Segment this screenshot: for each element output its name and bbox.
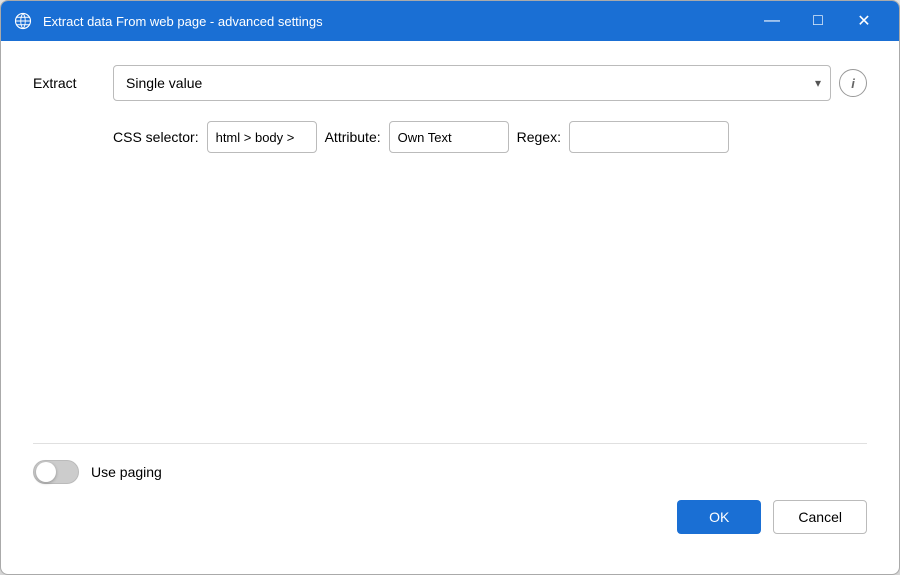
info-button[interactable]: i <box>839 69 867 97</box>
css-selector-label: CSS selector: <box>113 129 199 145</box>
cancel-button[interactable]: Cancel <box>773 500 867 534</box>
extract-row: Extract Single value List of values Tabl… <box>33 65 867 101</box>
maximize-button[interactable]: □ <box>795 1 841 41</box>
ok-button[interactable]: OK <box>677 500 761 534</box>
content-spacer <box>33 173 867 443</box>
regex-input[interactable] <box>569 121 729 153</box>
attribute-input[interactable] <box>389 121 509 153</box>
close-button[interactable]: ✕ <box>841 1 887 41</box>
content-area: Extract Single value List of values Tabl… <box>1 41 899 574</box>
footer: Use paging OK Cancel <box>33 443 867 550</box>
css-selector-row: CSS selector: Attribute: Regex: <box>113 121 867 153</box>
regex-label: Regex: <box>517 129 561 145</box>
use-paging-toggle[interactable] <box>33 460 79 484</box>
paging-row: Use paging <box>33 460 867 484</box>
toggle-knob <box>36 462 56 482</box>
title-bar: Extract data From web page - advanced se… <box>1 1 899 41</box>
button-row: OK Cancel <box>33 500 867 534</box>
window-controls: — □ ✕ <box>749 1 887 41</box>
window-title: Extract data From web page - advanced se… <box>43 14 749 29</box>
extract-label: Extract <box>33 75 113 91</box>
main-window: Extract data From web page - advanced se… <box>0 0 900 575</box>
minimize-button[interactable]: — <box>749 1 795 41</box>
attribute-label: Attribute: <box>325 129 381 145</box>
extract-select[interactable]: Single value List of values Table <box>113 65 831 101</box>
app-icon <box>13 11 33 31</box>
css-selector-input[interactable] <box>207 121 317 153</box>
extract-select-wrapper: Single value List of values Table ▾ <box>113 65 831 101</box>
use-paging-label: Use paging <box>91 464 162 480</box>
